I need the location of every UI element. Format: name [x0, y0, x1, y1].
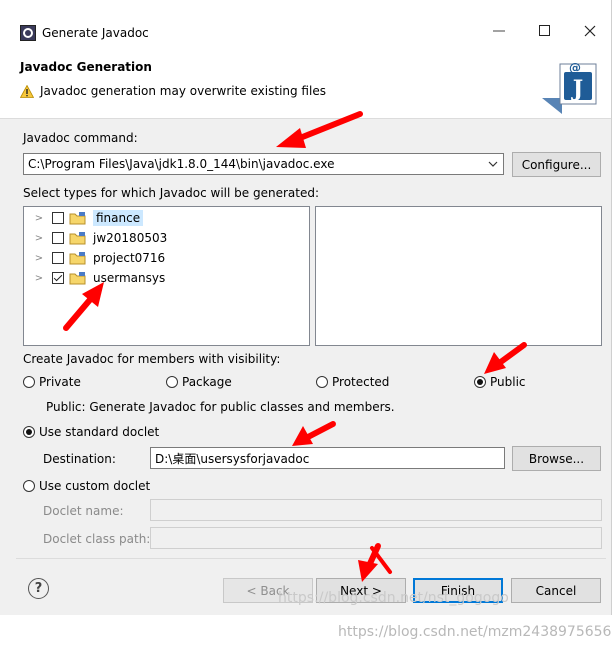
tree-item-checkbox[interactable] [52, 252, 64, 264]
tree-item[interactable]: > finance [32, 208, 144, 228]
visibility-label: Create Javadoc for members with visibili… [23, 352, 281, 366]
chevron-right-icon[interactable]: > [32, 233, 46, 244]
chevron-down-icon [488, 161, 498, 167]
minimize-button[interactable] [477, 14, 521, 48]
browse-button[interactable]: Browse... [512, 446, 601, 471]
warning-text: Javadoc generation may overwrite existin… [40, 84, 326, 98]
project-folder-icon [69, 272, 86, 285]
configure-button[interactable]: Configure... [512, 152, 601, 177]
destination-value: D:\桌面\usersysforjavadoc [155, 451, 310, 466]
title-bar: Generate Javadoc [0, 0, 611, 48]
tree-item-label: finance [93, 210, 144, 226]
radio-icon [23, 376, 35, 388]
wizard-header: Javadoc Generation Javadoc generation ma… [0, 48, 611, 119]
watermark-overlay: https://blog.csdn.net/nst_gogogo [278, 590, 509, 606]
visibility-public-radio[interactable]: Public [474, 375, 526, 389]
destination-label: Destination: [43, 452, 116, 466]
tree-item-label: jw20180503 [93, 231, 168, 245]
javadoc-command-value: C:\Program Files\Java\jdk1.8.0_144\bin\j… [28, 157, 335, 171]
help-button[interactable]: ? [28, 578, 49, 599]
tree-item-checkbox-checked[interactable] [52, 272, 64, 284]
minimize-icon [493, 30, 505, 32]
warning-message: Javadoc generation may overwrite existin… [20, 84, 326, 98]
visibility-private-radio[interactable]: Private [23, 375, 81, 389]
visibility-protected-radio[interactable]: Protected [316, 375, 389, 389]
use-standard-doclet-radio[interactable]: Use standard doclet [23, 425, 159, 439]
help-icon: ? [34, 581, 43, 596]
svg-text:J: J [571, 76, 583, 102]
tree-item-checkbox[interactable] [52, 232, 64, 244]
types-tree: > finance > jw20180503 > project0716 > u… [23, 206, 310, 346]
svg-text:@: @ [569, 61, 581, 75]
project-folder-icon [69, 232, 86, 245]
destination-input[interactable]: D:\桌面\usersysforjavadoc [150, 447, 505, 469]
radio-icon [316, 376, 328, 388]
tree-item-label: usermansys [93, 271, 166, 285]
radio-selected-icon [23, 426, 35, 438]
radio-selected-icon [474, 376, 486, 388]
close-icon [584, 25, 596, 37]
types-label: Select types for which Javadoc will be g… [23, 186, 319, 200]
radio-icon [166, 376, 178, 388]
window-title: Generate Javadoc [42, 26, 149, 40]
chevron-right-icon[interactable]: > [32, 273, 46, 284]
visibility-package-radio[interactable]: Package [166, 375, 232, 389]
doclet-class-path-input[interactable] [150, 527, 602, 549]
maximize-icon [539, 25, 550, 36]
tree-item-label: project0716 [93, 251, 166, 265]
tree-item[interactable]: > project0716 [32, 248, 165, 268]
use-custom-doclet-radio[interactable]: Use custom doclet [23, 479, 150, 493]
javadoc-command-combo[interactable]: C:\Program Files\Java\jdk1.8.0_144\bin\j… [23, 153, 504, 175]
tree-item[interactable]: > usermansys [32, 268, 165, 288]
visibility-description: Public: Generate Javadoc for public clas… [46, 400, 395, 414]
project-folder-icon [69, 212, 86, 225]
page-title: Javadoc Generation [20, 60, 152, 74]
footer-divider [16, 558, 606, 559]
close-button[interactable] [568, 14, 612, 48]
chevron-right-icon[interactable]: > [32, 213, 46, 224]
project-folder-icon [69, 252, 86, 265]
watermark-bottom: https://blog.csdn.net/mzm2438975656 [338, 624, 612, 640]
doclet-name-input[interactable] [150, 499, 602, 521]
generate-javadoc-dialog: Generate Javadoc Javadoc Generation Java… [0, 0, 612, 615]
types-detail-list[interactable] [315, 206, 602, 346]
doclet-name-label: Doclet name: [43, 504, 124, 518]
tree-item[interactable]: > jw20180503 [32, 228, 167, 248]
tree-item-checkbox[interactable] [52, 212, 64, 224]
eclipse-icon [20, 25, 36, 41]
javadoc-wizard-icon: J @ [542, 61, 597, 114]
javadoc-command-label: Javadoc command: [23, 131, 138, 145]
warning-icon [20, 84, 34, 98]
radio-icon [23, 480, 35, 492]
chevron-right-icon[interactable]: > [32, 253, 46, 264]
doclet-class-path-label: Doclet class path: [43, 532, 151, 546]
cancel-button[interactable]: Cancel [511, 578, 601, 603]
maximize-button[interactable] [523, 14, 567, 48]
